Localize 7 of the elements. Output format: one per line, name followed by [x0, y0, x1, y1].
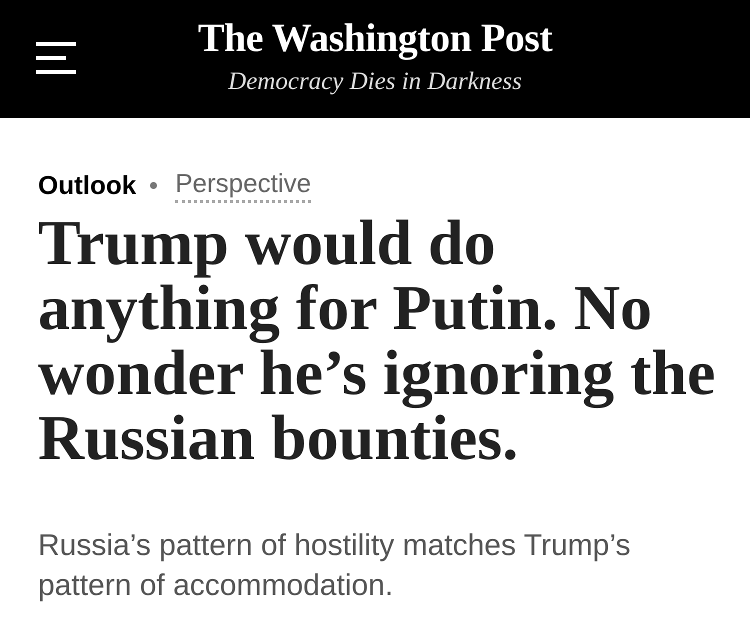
section-link[interactable]: Outlook	[38, 170, 136, 200]
headline: Trump would do anything for Putin. No wonder he’s ignoring the Russian bounties.	[38, 210, 716, 470]
tagline: Democracy Dies in Darkness	[228, 67, 522, 97]
subheadline: Russia’s pattern of hostility matches Trump’s pattern of accommodation.	[38, 528, 632, 604]
menu-icon[interactable]	[36, 42, 76, 74]
perspective-link[interactable]: Perspective	[175, 168, 312, 202]
logo[interactable]: The Washington Post	[198, 15, 552, 61]
